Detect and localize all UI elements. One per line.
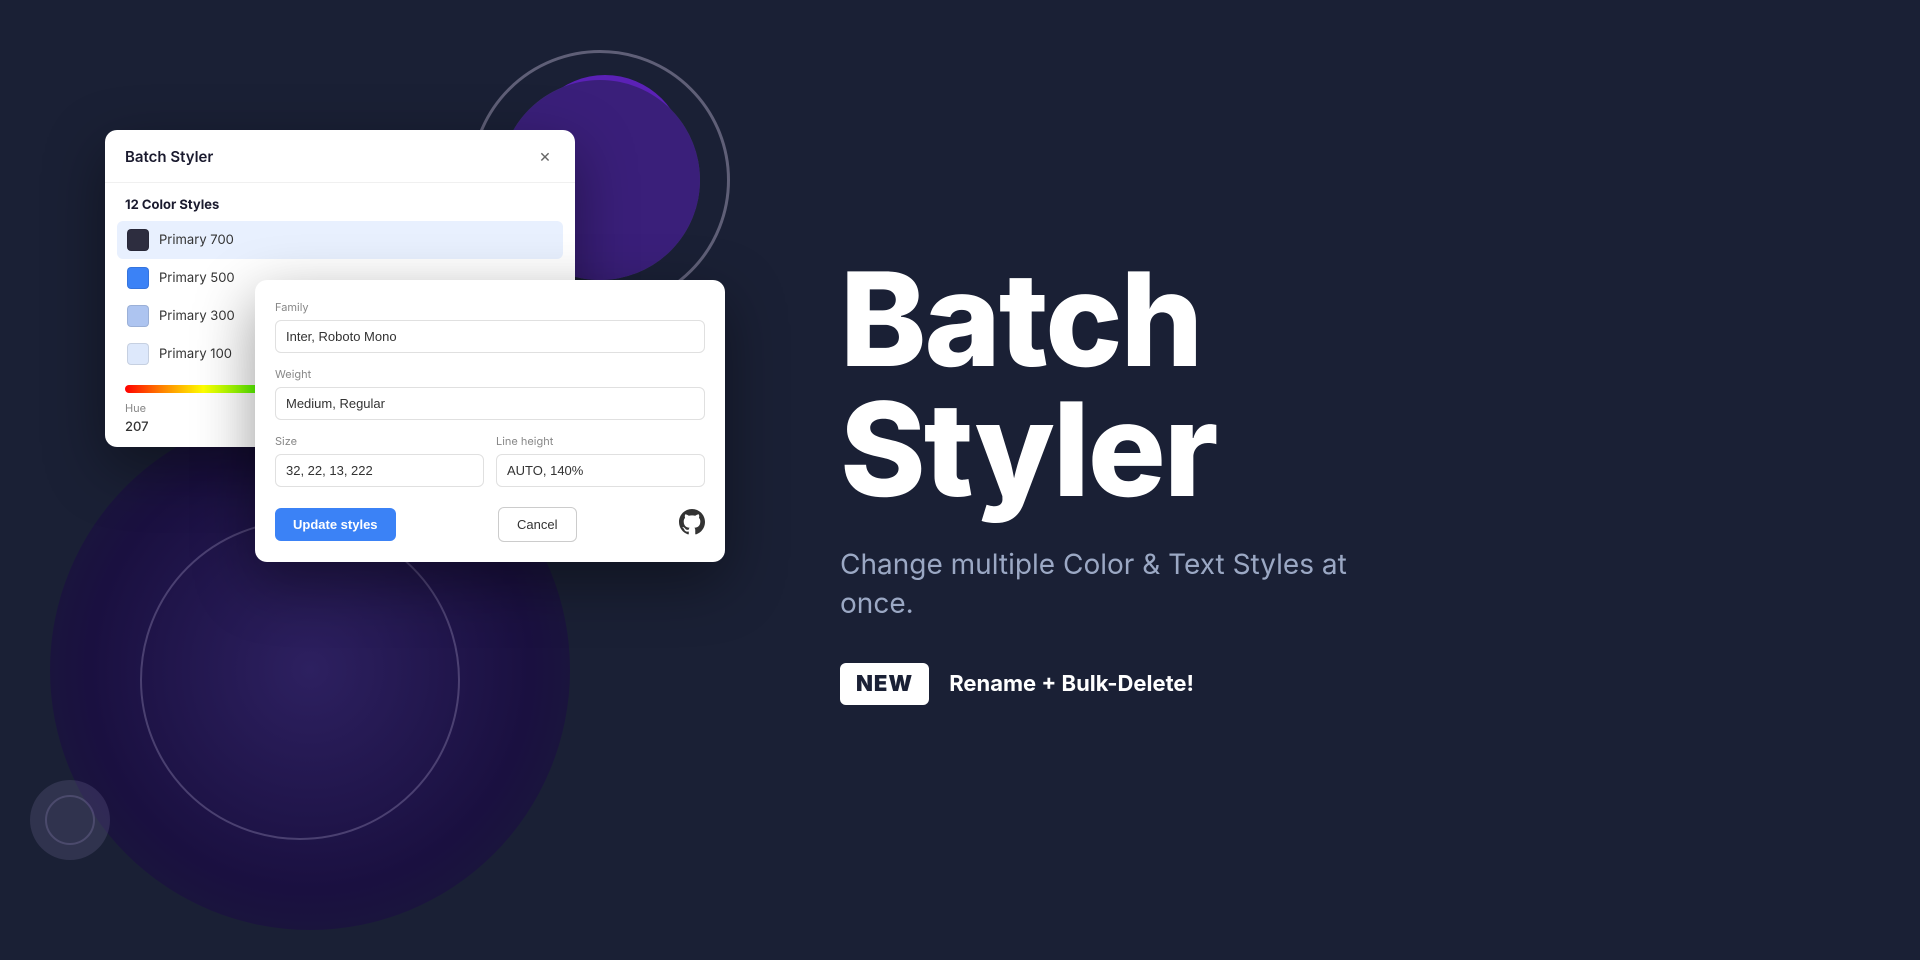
circle-bottom-tiny — [45, 795, 95, 845]
size-col: Size — [275, 434, 484, 501]
color-swatch-primary700 — [127, 229, 149, 251]
color-name-primary700: Primary 700 — [159, 232, 234, 248]
weight-label: Weight — [275, 367, 705, 381]
heading-line1: Batch — [840, 255, 1840, 385]
lineheight-label: Line height — [496, 434, 705, 448]
family-label: Family — [275, 300, 705, 314]
github-icon[interactable] — [679, 509, 705, 541]
update-styles-button[interactable]: Update styles — [275, 508, 396, 541]
main-heading: Batch Styler — [840, 255, 1840, 515]
dialog-header: Batch Styler × — [105, 130, 575, 183]
color-name-primary500: Primary 500 — [159, 270, 235, 286]
weight-input[interactable] — [275, 387, 705, 420]
properties-panel: Family Weight Size Line height Update st… — [255, 280, 725, 562]
heading-line2: Styler — [840, 385, 1840, 515]
size-label: Size — [275, 434, 484, 448]
right-section: Batch Styler Change multiple Color & Tex… — [780, 0, 1920, 960]
new-feature-text: Rename + Bulk-Delete! — [949, 671, 1194, 697]
color-name-primary300: Primary 300 — [159, 308, 235, 324]
size-input[interactable] — [275, 454, 484, 487]
cancel-button[interactable]: Cancel — [498, 507, 576, 542]
left-section: Batch Styler × 12 Color Styles Primary 7… — [0, 0, 780, 960]
family-input[interactable] — [275, 320, 705, 353]
subtitle: Change multiple Color & Text Styles at o… — [840, 545, 1360, 623]
lineheight-col: Line height — [496, 434, 705, 501]
color-item-primary700[interactable]: Primary 700 — [117, 221, 563, 259]
new-badge-row: NEW Rename + Bulk-Delete! — [840, 663, 1840, 705]
dialog-title: Batch Styler — [125, 147, 213, 166]
size-lineheight-row: Size Line height — [275, 434, 705, 501]
color-styles-label: 12 Color Styles — [105, 183, 575, 221]
circle-medium — [140, 520, 460, 840]
close-button[interactable]: × — [535, 146, 555, 166]
color-swatch-primary500 — [127, 267, 149, 289]
new-badge: NEW — [840, 663, 929, 705]
prop-actions: Update styles Cancel — [275, 507, 705, 542]
lineheight-input[interactable] — [496, 454, 705, 487]
color-swatch-primary300 — [127, 305, 149, 327]
color-swatch-primary100 — [127, 343, 149, 365]
color-name-primary100: Primary 100 — [159, 346, 232, 362]
